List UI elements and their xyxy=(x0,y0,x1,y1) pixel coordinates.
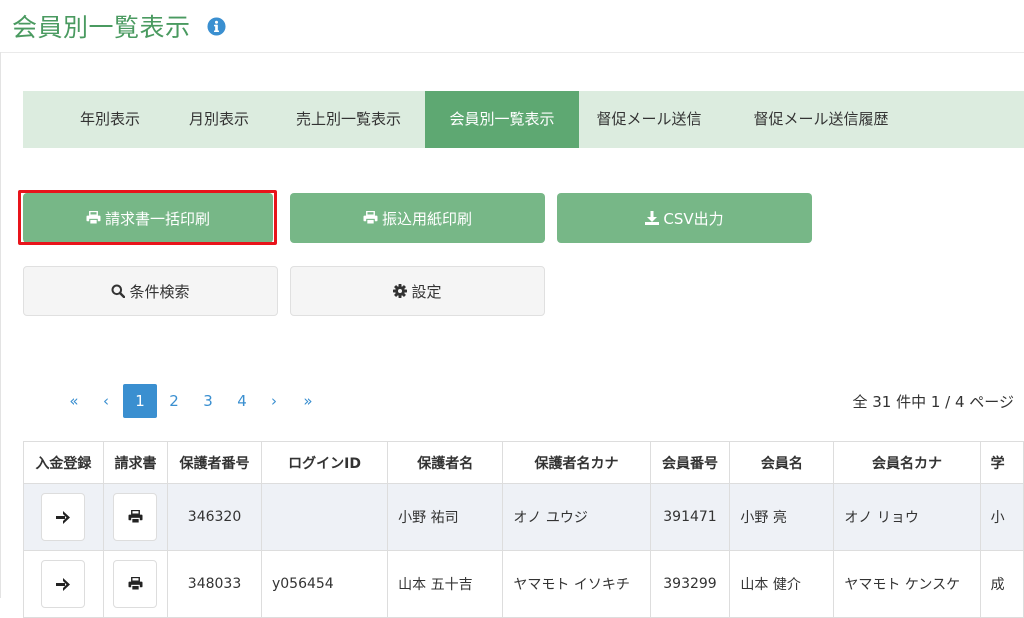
transfer-form-print-label: 振込用紙印刷 xyxy=(381,209,472,228)
col-member-name: 会員名 xyxy=(729,441,835,484)
guardian-name-cell: 小野 祐司 xyxy=(387,483,504,551)
page-title: 会員別一覧表示 xyxy=(12,13,191,42)
pagination-last[interactable]: » xyxy=(291,384,325,418)
guardian-no-cell: 346320 xyxy=(167,483,262,551)
tab-monthly[interactable]: 月別表示 xyxy=(167,91,271,148)
pagination-page-4[interactable]: 4 xyxy=(225,384,259,418)
col-guardian-no: 保護者番号 xyxy=(167,441,262,484)
pagination-page-3[interactable]: 3 xyxy=(191,384,225,418)
download-icon xyxy=(645,211,660,225)
col-guardian-name: 保護者名 xyxy=(387,441,504,484)
content-border xyxy=(0,52,1,598)
tab-reminder-history[interactable]: 督促メール送信履歴 xyxy=(741,91,901,148)
settings-button[interactable]: 設定 xyxy=(290,266,545,316)
pagination-page-1[interactable]: 1 xyxy=(123,384,157,418)
col-login-id: ログインID xyxy=(260,441,389,484)
guardian-kana-cell: オノ ユウジ xyxy=(502,483,651,551)
tab-yearly[interactable]: 年別表示 xyxy=(58,91,162,148)
col-member-kana: 会員名カナ xyxy=(833,441,981,484)
highlight-box xyxy=(18,190,277,245)
header-bar: 会員別一覧表示 xyxy=(0,0,1024,53)
settings-label: 設定 xyxy=(411,282,442,301)
condition-search-button[interactable]: 条件検索 xyxy=(23,266,278,316)
payment-entry-button[interactable] xyxy=(41,493,86,541)
pagination-next[interactable]: › xyxy=(257,384,291,418)
print-icon xyxy=(128,577,143,591)
tab-sales-list[interactable]: 売上別一覧表示 xyxy=(276,91,421,148)
col-member-no: 会員番号 xyxy=(649,441,731,484)
member-name-cell: 山本 健介 xyxy=(729,550,835,618)
pagination-prev[interactable]: ‹ xyxy=(89,384,123,418)
guardian-no-cell: 348033 xyxy=(167,550,262,618)
transfer-form-print-button[interactable]: 振込用紙印刷 xyxy=(290,193,545,243)
csv-export-button[interactable]: CSV出力 xyxy=(557,193,812,243)
member-no-cell: 391471 xyxy=(649,483,731,551)
member-kana-cell: ヤマモト ケンスケ xyxy=(833,550,981,618)
extra-cell: 成 xyxy=(979,550,1024,618)
member-kana-cell: オノ リョウ xyxy=(833,483,981,551)
table-row: 346320 小野 祐司 オノ ユウジ 391471 小野 亮 オノ リョウ 小 xyxy=(23,483,1024,551)
gear-icon xyxy=(393,284,408,298)
tab-reminder-mail[interactable]: 督促メール送信 xyxy=(583,91,715,148)
info-circle-icon[interactable] xyxy=(207,17,226,36)
guardian-kana-cell: ヤマモト イソキチ xyxy=(502,550,651,618)
tab-member-list[interactable]: 会員別一覧表示 xyxy=(425,91,579,148)
extra-cell: 小 xyxy=(979,483,1024,551)
arrow-right-icon xyxy=(56,510,71,524)
print-icon xyxy=(363,211,378,225)
payment-entry-button[interactable] xyxy=(41,560,86,608)
pagination-summary: 全 31 件中 1 / 4 ページ xyxy=(852,393,1014,411)
table-row: 348033 y056454 山本 五十吉 ヤマモト イソキチ 393299 山… xyxy=(23,550,1024,618)
search-icon xyxy=(111,284,126,298)
login-id-cell xyxy=(260,483,389,551)
guardian-name-cell: 山本 五十吉 xyxy=(387,550,504,618)
col-guardian-kana: 保護者名カナ xyxy=(502,441,651,484)
member-table: 入金登録 請求書 保護者番号 ログインID 保護者名 保護者名カナ 会員番号 会… xyxy=(23,441,1024,618)
pagination-first[interactable]: « xyxy=(57,384,91,418)
col-invoice: 請求書 xyxy=(102,441,169,484)
member-no-cell: 393299 xyxy=(649,550,731,618)
condition-search-label: 条件検索 xyxy=(129,282,190,301)
member-name-cell: 小野 亮 xyxy=(729,483,835,551)
csv-export-label: CSV出力 xyxy=(663,209,724,228)
print-icon xyxy=(128,510,143,524)
pagination-page-2[interactable]: 2 xyxy=(157,384,191,418)
table-header-row: 入金登録 請求書 保護者番号 ログインID 保護者名 保護者名カナ 会員番号 会… xyxy=(23,441,1024,484)
arrow-right-icon xyxy=(56,577,71,591)
login-id-cell: y056454 xyxy=(260,550,389,618)
invoice-print-button[interactable] xyxy=(113,560,158,608)
col-extra: 学 xyxy=(979,441,1024,484)
col-payment-entry: 入金登録 xyxy=(23,441,104,484)
tab-bar: 年別表示 月別表示 売上別一覧表示 会員別一覧表示 督促メール送信 督促メール送… xyxy=(23,91,1024,148)
invoice-print-button[interactable] xyxy=(113,493,158,541)
